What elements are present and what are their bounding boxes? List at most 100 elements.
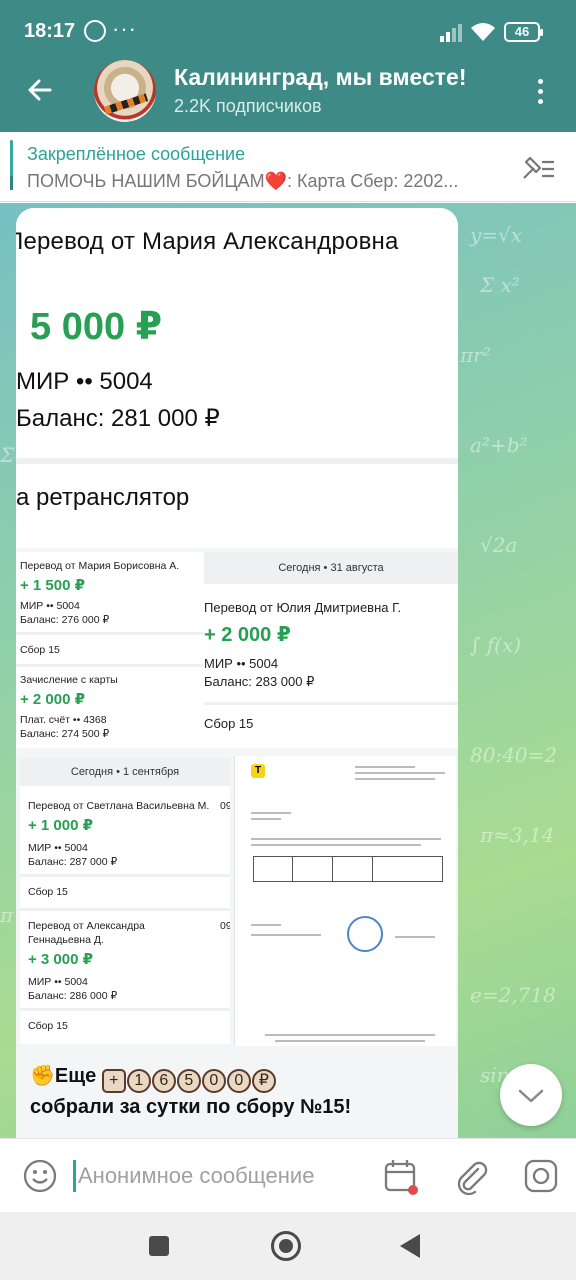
transaction-balance: Баланс: 287 000 ₽ [28,856,118,868]
transaction-category: Сбор 15 [20,644,60,656]
receipt-right: Сегодня • 31 августа Перевод от Юлия Дми… [204,552,458,748]
receipt-main: Перевод от Мария Александровна 5 000 ₽ М… [16,208,458,548]
transaction-amount: + 3 000 ₽ [28,951,94,968]
text-cursor [73,1160,76,1192]
receipt-category: а ретранслятор [16,484,190,511]
digit-badge: 1 [126,1069,151,1093]
divider [20,874,230,877]
pinned-message[interactable]: Закреплённое сообщение ПОМОЧЬ НАШИМ БОЙЦ… [0,132,576,202]
unpin-icon[interactable] [520,152,556,184]
transaction-amount: + 1 000 ₽ [28,817,94,834]
date-header: Сегодня • 1 сентября [20,758,230,786]
whatsapp-icon [84,20,106,42]
transaction-amount: + 2 000 ₽ [204,624,291,646]
transaction-amount: + 2 000 ₽ [20,691,86,708]
transaction-card: МИР •• 5004 [28,976,88,988]
divider [204,702,458,705]
message-caption: ✊Еще +1 6 5 0 0 ₽ собрали за сутки по сбору №… [30,1062,450,1121]
more-notifications-icon: ··· [112,16,137,41]
document-text-line [251,812,291,814]
digit-badge: 6 [151,1069,176,1093]
message-photo[interactable]: Перевод от Мария Александровна 5 000 ₽ М… [16,208,458,1138]
transaction-balance: Баланс: 276 000 ₽ [20,614,110,626]
transaction-card: Плат. счёт •• 4368 [20,714,107,726]
camera-icon[interactable] [522,1157,560,1195]
document-text-line [275,1040,425,1042]
pinned-label: Закреплённое сообщение [27,144,246,164]
digit-badge: ₽ [251,1069,276,1093]
channel-title[interactable]: Калининград, мы вместе! [174,64,500,91]
bank-document: T [234,756,456,1046]
caption-line-1: ✊Еще +1 6 5 0 0 ₽ [30,1062,450,1093]
system-nav-bar [0,1212,576,1280]
channel-avatar[interactable] [94,60,156,122]
transaction-title: Зачисление с карты [20,674,118,686]
document-text-line [355,772,445,774]
transaction-title: Перевод от Мария Борисовна А. [20,560,180,572]
battery-icon: 46 [504,22,543,42]
document-text-line [395,936,435,938]
digit-badge: 0 [201,1069,226,1093]
divider [16,632,204,635]
date-header: Сегодня • 31 августа [204,552,458,584]
wifi-icon [471,23,495,41]
document-text-line [251,818,281,820]
divider [20,1008,230,1011]
transaction-title: Геннадьевна Д. [28,934,104,946]
transaction-time: 09 [220,800,230,812]
divider [16,458,458,464]
scroll-down-icon [518,1089,544,1103]
transaction-balance: Баланс: 286 000 ₽ [28,990,118,1002]
caption-line-2: собрали за сутки по сбору №15! [30,1096,352,1118]
receipt-amount: 5 000 ₽ [30,306,163,348]
document-text-line [251,838,441,840]
status-time: 18:17 [24,20,76,42]
pinned-indicator [10,140,13,190]
digit-badge: 0 [226,1069,251,1093]
transaction-card: МИР •• 5004 [28,842,88,854]
document-text-line [251,934,321,936]
emoji-icon[interactable] [22,1158,58,1194]
message-input[interactable] [78,1157,368,1195]
transaction-category: Сбор 15 [28,886,68,898]
document-text-line [355,778,435,780]
document-text-line [355,766,415,768]
divider [16,664,204,667]
transaction-card: МИР •• 5004 [204,656,279,671]
stamp-icon [347,916,383,952]
digit-badge: 5 [176,1069,201,1093]
transaction-time: 09 [220,920,230,932]
transaction-card: МИР •• 5004 [20,600,80,612]
transaction-category: Сбор 15 [28,1020,68,1032]
message-bubble[interactable]: Перевод от Мария Александровна 5 000 ₽ М… [16,208,458,1138]
pinned-text: ПОМОЧЬ НАШИМ БОЙЦАМ❤️: Карта Сбер: 2202.… [27,171,459,191]
receipt-left: Перевод от Мария Борисовна А. + 1 500 ₽ … [16,552,204,748]
receipt-balance: Баланс: 281 000 ₽ [16,405,220,432]
attach-icon[interactable] [452,1157,490,1195]
transaction-amount: + 1 500 ₽ [20,577,86,594]
transaction-title: Перевод от Юлия Дмитриевна Г. [204,600,402,615]
scroll-down-button[interactable] [500,1064,562,1126]
transaction-title: Перевод от Александра [28,920,145,932]
back-button[interactable] [400,1234,420,1258]
schedule-icon[interactable] [382,1157,420,1197]
transaction-category: Сбор 15 [204,716,254,731]
receipt-title: Перевод от Мария Александровна [16,228,399,255]
bank-logo-icon: T [251,764,265,778]
transaction-title: Перевод от Светлана Васильевна М. [28,800,210,812]
digit-badge: + [101,1069,126,1093]
document-text-line [265,1034,435,1036]
document-text-line [251,844,421,846]
receipt-card: МИР •• 5004 [16,368,153,395]
chat-header: Калининград, мы вместе! 2.2K подписчиков [0,58,576,132]
message-input-bar [0,1138,576,1212]
recents-button[interactable] [149,1236,169,1256]
document-text-line [251,924,281,926]
divider [20,908,230,911]
status-bar: 18:17 ··· 46 [0,0,576,62]
transaction-balance: Баланс: 274 500 ₽ [20,728,110,740]
caption-prefix: ✊Еще [30,1065,97,1087]
home-button[interactable] [271,1231,301,1261]
back-arrow-icon[interactable] [24,74,56,106]
more-vert-icon[interactable] [530,76,550,106]
